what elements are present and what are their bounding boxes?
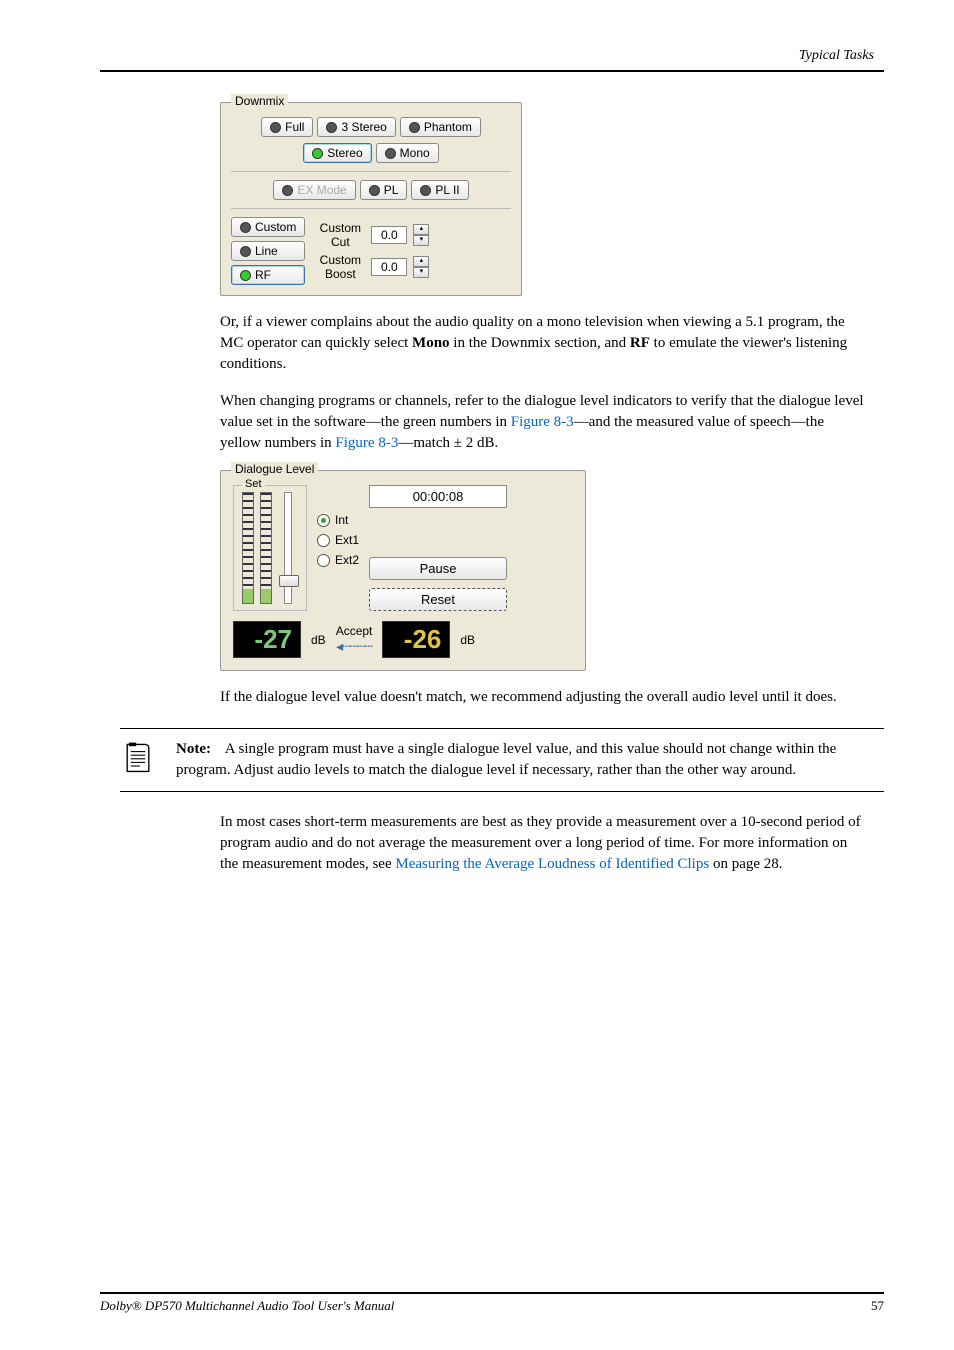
radio-int[interactable]: Int bbox=[317, 513, 359, 527]
downmix-exmode-label: EX Mode bbox=[297, 183, 346, 197]
dialogue-level-panel: Dialogue Level Set Int Ext1 Ext2 00:00:0… bbox=[220, 470, 586, 671]
set-level-readout: -27 bbox=[233, 621, 301, 658]
downmix-title: Downmix bbox=[231, 94, 288, 108]
custom-cut-spinner[interactable]: ▴▾ bbox=[413, 224, 429, 246]
db-label-right: dB bbox=[460, 633, 475, 647]
led-icon bbox=[312, 148, 323, 159]
led-icon bbox=[240, 222, 251, 233]
slider-thumb-icon bbox=[279, 575, 299, 587]
led-icon bbox=[385, 148, 396, 159]
downmix-stereo-label: Stereo bbox=[327, 146, 362, 160]
radio-icon bbox=[317, 534, 330, 547]
text: on page 28. bbox=[709, 856, 782, 872]
radio-icon bbox=[317, 514, 330, 527]
text: —match ± 2 dB. bbox=[398, 435, 498, 451]
downmix-full-label: Full bbox=[285, 120, 304, 134]
accept-label: Accept bbox=[336, 624, 373, 638]
figure-link[interactable]: Figure 8-3 bbox=[511, 414, 574, 430]
bold-rf: RF bbox=[630, 335, 650, 351]
paragraph-1: Or, if a viewer complains about the audi… bbox=[220, 312, 864, 375]
db-label-left: dB bbox=[311, 633, 326, 647]
custom-cut-label: Custom Cut bbox=[315, 221, 365, 249]
running-header: Typical Tasks bbox=[100, 48, 884, 64]
custom-boost-spinner[interactable]: ▴▾ bbox=[413, 256, 429, 278]
down-icon: ▾ bbox=[413, 235, 429, 246]
led-icon bbox=[409, 122, 420, 133]
downmix-plii-label: PL II bbox=[435, 183, 459, 197]
paragraph-2: When changing programs or channels, refe… bbox=[220, 391, 864, 454]
text: in the Downmix section, and bbox=[450, 335, 630, 351]
led-icon bbox=[240, 246, 251, 257]
radio-icon bbox=[317, 554, 330, 567]
dialogue-set-label: Set bbox=[242, 478, 265, 490]
downmix-custom-label: Custom bbox=[255, 220, 296, 234]
downmix-phantom-button[interactable]: Phantom bbox=[400, 117, 481, 137]
page-footer: Dolby® DP570 Multichannel Audio Tool Use… bbox=[100, 1284, 884, 1314]
downmix-line-label: Line bbox=[255, 244, 278, 258]
dialogue-set-group: Set bbox=[233, 485, 307, 611]
led-icon bbox=[282, 185, 293, 196]
time-display: 00:00:08 bbox=[369, 485, 507, 508]
downmix-rf-label: RF bbox=[255, 268, 271, 282]
radio-ext1[interactable]: Ext1 bbox=[317, 533, 359, 547]
led-icon bbox=[420, 185, 431, 196]
downmix-mono-button[interactable]: Mono bbox=[376, 143, 439, 163]
up-icon: ▴ bbox=[413, 224, 429, 235]
arrow-left-icon: ◂┄┄┄┄ bbox=[336, 638, 372, 655]
bold-mono: Mono bbox=[412, 335, 450, 351]
accept-button[interactable]: Accept ◂┄┄┄┄ bbox=[336, 624, 373, 655]
figure-link[interactable]: Figure 8-3 bbox=[335, 435, 398, 451]
led-icon bbox=[326, 122, 337, 133]
led-icon bbox=[369, 185, 380, 196]
measured-level-readout: -26 bbox=[382, 621, 450, 658]
paragraph-3: If the dialogue level value doesn't matc… bbox=[220, 687, 864, 708]
led-icon bbox=[240, 270, 251, 281]
downmix-plii-button[interactable]: PL II bbox=[411, 180, 468, 200]
level-meter-2 bbox=[260, 492, 272, 604]
downmix-panel: Downmix Full 3 Stereo Phantom Stereo Mon… bbox=[220, 102, 522, 296]
dialogue-title: Dialogue Level bbox=[231, 462, 318, 476]
measuring-link[interactable]: Measuring the Average Loudness of Identi… bbox=[395, 856, 709, 872]
downmix-3stereo-button[interactable]: 3 Stereo bbox=[317, 117, 395, 137]
downmix-3stereo-label: 3 Stereo bbox=[341, 120, 386, 134]
footer-title: Dolby® DP570 Multichannel Audio Tool Use… bbox=[100, 1298, 394, 1314]
radio-ext1-label: Ext1 bbox=[335, 533, 359, 547]
up-icon: ▴ bbox=[413, 256, 429, 267]
downmix-pl-label: PL bbox=[384, 183, 399, 197]
custom-boost-label: Custom Boost bbox=[315, 253, 365, 281]
page-number: 57 bbox=[871, 1298, 884, 1314]
downmix-stereo-button[interactable]: Stereo bbox=[303, 143, 371, 163]
downmix-exmode-button[interactable]: EX Mode bbox=[273, 180, 355, 200]
custom-boost-value[interactable]: 0.0 bbox=[371, 258, 407, 276]
downmix-full-button[interactable]: Full bbox=[261, 117, 313, 137]
note-text: A single program must have a single dial… bbox=[176, 741, 836, 778]
custom-cut-value[interactable]: 0.0 bbox=[371, 226, 407, 244]
downmix-line-button[interactable]: Line bbox=[231, 241, 305, 261]
radio-ext2[interactable]: Ext2 bbox=[317, 553, 359, 567]
note-label: Note: bbox=[176, 741, 211, 757]
note-block: Note: A single program must have a singl… bbox=[120, 728, 884, 792]
downmix-pl-button[interactable]: PL bbox=[360, 180, 408, 200]
header-rule bbox=[100, 70, 884, 72]
downmix-custom-button[interactable]: Custom bbox=[231, 217, 305, 237]
radio-int-label: Int bbox=[335, 513, 348, 527]
note-icon bbox=[120, 739, 156, 775]
level-meter-1 bbox=[242, 492, 254, 604]
reset-button[interactable]: Reset bbox=[369, 588, 507, 611]
down-icon: ▾ bbox=[413, 267, 429, 278]
downmix-phantom-label: Phantom bbox=[424, 120, 472, 134]
paragraph-4: In most cases short-term measurements ar… bbox=[220, 812, 864, 875]
led-icon bbox=[270, 122, 281, 133]
footer-rule bbox=[100, 1292, 884, 1294]
pause-button[interactable]: Pause bbox=[369, 557, 507, 580]
level-slider[interactable] bbox=[284, 492, 292, 604]
downmix-mono-label: Mono bbox=[400, 146, 430, 160]
radio-ext2-label: Ext2 bbox=[335, 553, 359, 567]
downmix-rf-button[interactable]: RF bbox=[231, 265, 305, 285]
